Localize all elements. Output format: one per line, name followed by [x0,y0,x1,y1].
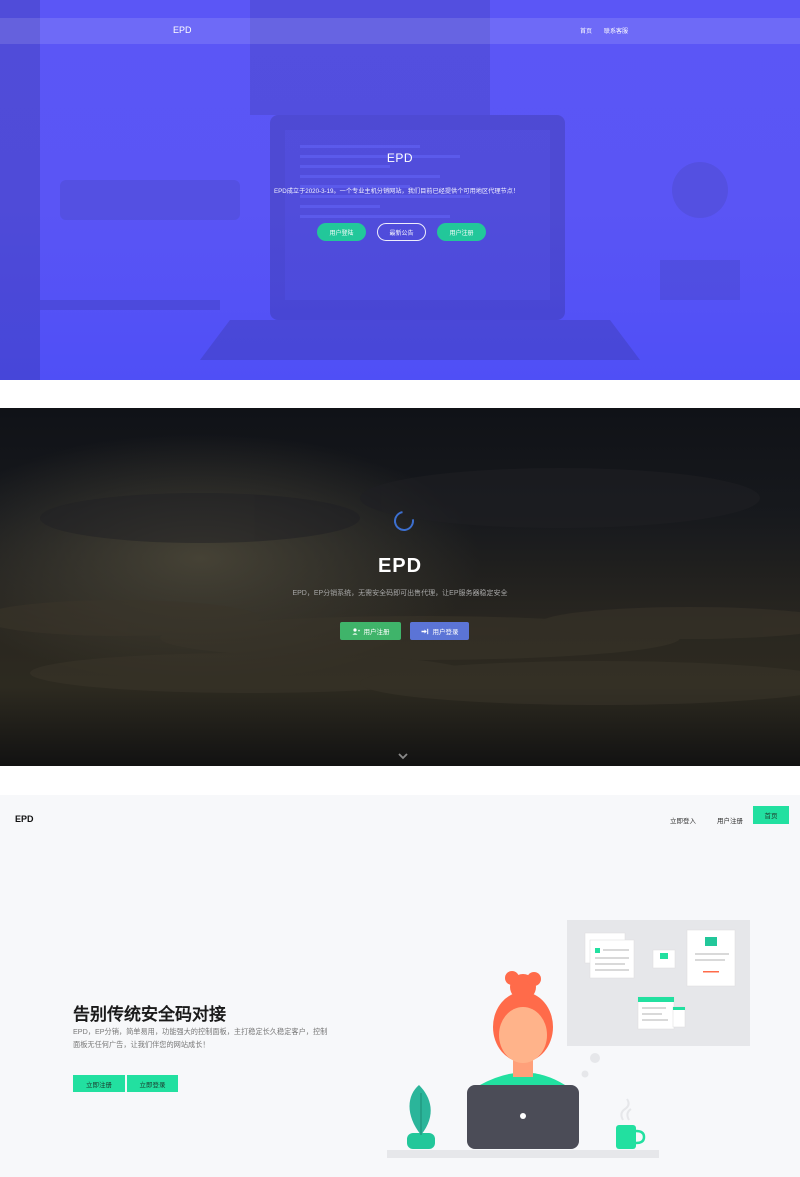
user-login-button[interactable]: 用户登录 [410,622,469,640]
hero-description: EPD，EP分销系统，无需安全码即可出售代理，让EP服务器稳定安全 [292,590,508,597]
brand-logo[interactable]: EPD [15,814,34,824]
chevron-down-icon[interactable] [398,751,408,761]
login-now-button[interactable]: 立即登录 [127,1075,178,1092]
landing-section: EPD 立即登入 用户注册 首页 告别传统安全码对接 EPD，EP分销，简单易用… [0,795,800,1177]
nav-link-home[interactable]: 首页 [580,26,592,35]
user-add-icon [351,627,360,635]
hero-description: EPD成立于2020-3-19。一个专业主机分销网站，我们目前已经提供个可用地区… [274,188,520,195]
nav-link-contact-support[interactable]: 联系客服 [604,26,628,35]
hero-section-clouds: EPD EPD，EP分销系统，无需安全码即可出售代理，让EP服务器稳定安全 用户… [0,408,800,766]
landing-title: 告别传统安全码对接 [73,1005,226,1024]
clouds-background [0,408,800,766]
latest-announcement-button[interactable]: 最新公告 [377,223,426,241]
hero-title: EPD [377,555,423,577]
user-register-label: 用户注册 [363,629,390,636]
hero-section-purple: EPD 首页 联系客服 EPD EPD成立于2020-3-19。一个专业主机分销… [0,0,800,380]
user-register-button[interactable]: 用户注册 [340,622,401,640]
user-register-button[interactable]: 用户注册 [437,223,486,241]
landing-description: EPD，EP分销，简单易用，功能强大的控制面板，主打稳定长久稳定客户，控制面板无… [73,1027,328,1049]
developer-illustration [387,920,750,1158]
home-button[interactable]: 首页 [753,806,789,824]
brand-logo[interactable]: EPD [173,25,192,35]
register-now-button[interactable]: 立即注册 [73,1075,125,1092]
nav-links: 首页 联系客服 [580,26,628,35]
user-login-button[interactable]: 用户登陆 [317,223,366,241]
sign-in-icon [421,628,428,634]
user-login-label: 用户登录 [432,629,459,636]
nav-link-register[interactable]: 用户注册 [717,815,743,825]
top-navbar: EPD 首页 联系客服 [0,18,800,44]
nav-link-login[interactable]: 立即登入 [670,815,696,825]
hero-title: EPD [386,151,414,165]
